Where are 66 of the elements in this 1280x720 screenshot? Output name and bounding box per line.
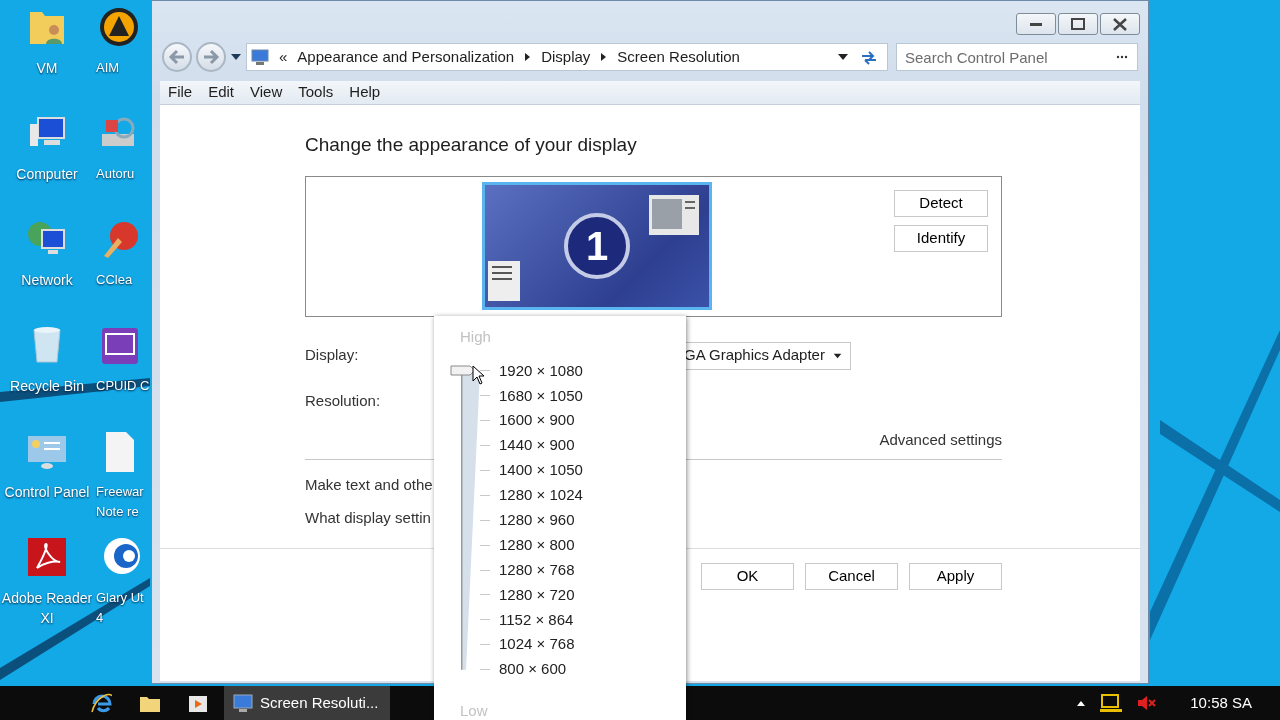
address-bar[interactable]: « Appearance and Personalization Display Screen Resolution <box>246 43 888 71</box>
close-icon <box>1113 17 1127 31</box>
close-button[interactable] <box>1100 13 1140 35</box>
dropdown-arrow-icon[interactable] <box>837 53 849 61</box>
clock[interactable]: 10:58 SA <box>1190 691 1252 715</box>
menu-item[interactable]: View <box>242 81 291 104</box>
resolution-option[interactable]: 1680 × 1050 <box>499 384 583 408</box>
monitor-preview[interactable]: 1 <box>482 181 712 310</box>
cursor-icon <box>472 364 485 385</box>
dialog-button[interactable]: OK <box>701 563 794 590</box>
monitor-icon[interactable] <box>1100 693 1123 713</box>
up-arrow-icon[interactable] <box>1076 699 1087 707</box>
minimize-button[interactable] <box>1016 13 1056 35</box>
maximize-button[interactable] <box>1058 13 1098 35</box>
chevron-icon <box>600 52 608 62</box>
dialog-button[interactable]: Apply <box>909 563 1002 590</box>
dropdown-arrow-icon[interactable] <box>230 53 242 61</box>
icon-label[interactable]: CPUID C <box>96 376 150 396</box>
resolution-option[interactable]: 1024 × 768 <box>499 633 575 656</box>
page-heading: Change the appearance of your display <box>305 133 638 157</box>
resolution-option[interactable]: 1280 × 800 <box>499 533 575 557</box>
taskbar-button[interactable]: Screen Resoluti... <box>224 686 391 720</box>
refresh-icon[interactable] <box>859 48 879 66</box>
minimize-icon <box>1030 22 1042 26</box>
chevron-icon <box>524 52 532 62</box>
advanced-settings-link[interactable]: Advanced settings <box>879 428 1002 451</box>
menu-item[interactable]: Edit <box>200 81 243 104</box>
resolution-option[interactable]: 1280 × 1024 <box>499 484 583 507</box>
breadcrumb[interactable]: Display <box>541 45 591 69</box>
field-label: Display: <box>305 345 360 366</box>
window-thumbnail-icon <box>649 194 699 235</box>
detect-button[interactable]: Detect <box>894 189 988 217</box>
more-icon[interactable] <box>1116 55 1128 59</box>
resolution-option[interactable]: 1600 × 900 <box>499 409 575 432</box>
dialog-button[interactable]: Cancel <box>805 563 898 590</box>
muted-speaker-icon[interactable] <box>1136 693 1157 713</box>
breadcrumb[interactable]: Screen Resolution <box>617 45 740 69</box>
resolution-option[interactable]: 1280 × 768 <box>499 558 575 582</box>
resolution-option[interactable]: 1920 × 1080 <box>499 359 583 383</box>
help-link[interactable]: What display settin <box>305 509 431 526</box>
computer-icon <box>232 692 254 714</box>
dropdown-arrow-icon <box>832 351 842 360</box>
resolution-option[interactable]: 800 × 600 <box>499 658 567 681</box>
resolution-option[interactable]: 1152 × 864 <box>499 608 574 632</box>
resolution-option[interactable]: 1440 × 900 <box>499 434 575 457</box>
address-prefix[interactable]: « <box>279 45 288 69</box>
window-thumbnail-icon <box>488 260 520 301</box>
low-label: Low <box>460 701 489 720</box>
menu-item[interactable]: Help <box>341 81 389 104</box>
search-field[interactable]: Search Control Panel <box>896 43 1138 71</box>
breadcrumb[interactable]: Appearance and Personalization <box>297 45 515 69</box>
icon-label[interactable]: Recycle Bin <box>10 376 84 396</box>
high-label: High <box>460 327 492 347</box>
maximize-icon <box>1071 18 1085 30</box>
field-label: Resolution: <box>305 391 382 412</box>
identify-button[interactable]: Identify <box>894 224 988 252</box>
resolution-option[interactable]: 1400 × 1050 <box>499 459 583 482</box>
display-number: 1 <box>564 212 630 279</box>
help-link[interactable]: Make text and othe <box>305 476 433 493</box>
menu-item[interactable]: Tools <box>290 81 342 104</box>
browser-icon <box>90 692 112 714</box>
back-button[interactable] <box>162 42 192 72</box>
resolution-option[interactable]: 1280 × 960 <box>499 509 575 532</box>
menu-item[interactable]: File <box>160 81 201 104</box>
resolution-option[interactable]: 1280 × 720 <box>499 583 575 607</box>
computer-icon <box>251 48 269 66</box>
